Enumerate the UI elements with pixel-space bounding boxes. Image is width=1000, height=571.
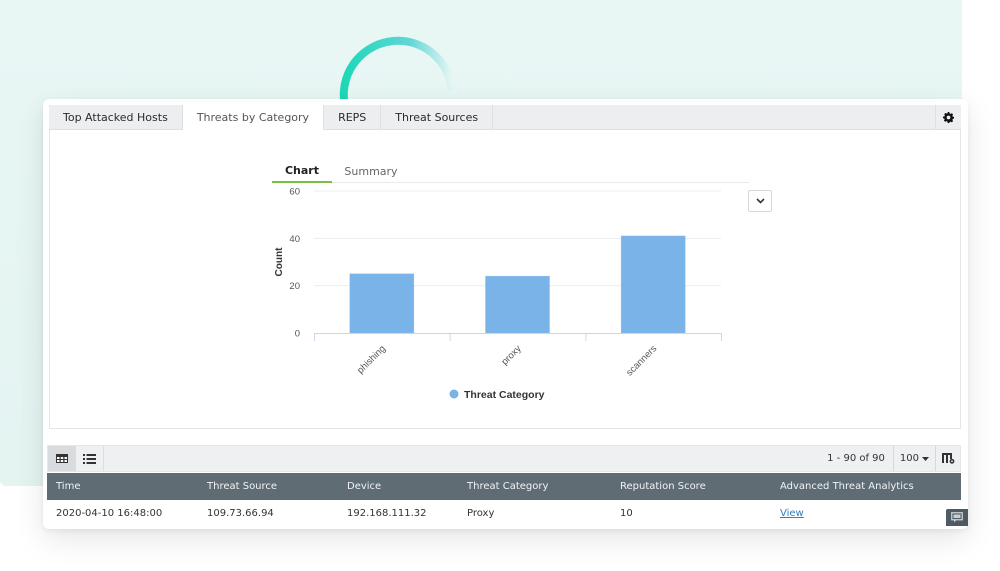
chart-options-dropdown[interactable] <box>748 190 772 212</box>
column-header-threat-source[interactable]: Threat Source <box>207 481 277 492</box>
cell-time: 2020-04-10 16:48:00 <box>56 508 163 519</box>
gear-icon <box>943 111 954 123</box>
dashboard-widget: Top Attacked Hosts Threats by Category R… <box>43 99 968 529</box>
tab-threats-by-category[interactable]: Threats by Category <box>182 105 325 130</box>
tabbar-spacer <box>493 105 935 129</box>
y-tick-label: 60 <box>289 187 300 198</box>
decorative-arc <box>339 36 456 101</box>
chat-button[interactable] <box>946 509 968 526</box>
grid-toolbar: 1 - 90 of 90 100 <box>47 445 961 472</box>
column-header-device[interactable]: Device <box>347 481 381 492</box>
cell-reputation-score: 10 <box>620 508 633 519</box>
list-view-button[interactable] <box>76 446 104 471</box>
legend-marker <box>449 389 459 399</box>
view-analytics-link[interactable]: View <box>780 508 804 519</box>
table-header: Time Threat Source Device Threat Categor… <box>47 473 961 500</box>
grid-view-button[interactable] <box>48 446 76 471</box>
column-header-time[interactable]: Time <box>56 481 80 492</box>
page-size-select[interactable]: 100 <box>894 446 936 471</box>
tab-top-attacked-hosts[interactable]: Top Attacked Hosts <box>49 105 183 129</box>
page-size-value: 100 <box>899 453 919 464</box>
table-row[interactable]: 2020-04-10 16:48:00 109.73.66.94 192.168… <box>47 500 961 527</box>
y-axis-label: Count <box>274 247 285 277</box>
x-axis-labels: phishing proxy scanners <box>355 343 659 378</box>
list-icon <box>83 453 96 464</box>
x-axis <box>314 333 722 341</box>
x-tick-label: scanners <box>624 343 659 378</box>
cell-threat-category: Proxy <box>467 508 495 519</box>
cell-threat-source: 109.73.66.94 <box>207 508 274 519</box>
column-header-advanced-threat-analytics[interactable]: Advanced Threat Analytics <box>780 481 914 492</box>
chart-bars <box>349 235 686 334</box>
tab-reps[interactable]: REPS <box>324 105 382 129</box>
column-header-threat-category[interactable]: Threat Category <box>467 481 548 492</box>
column-settings-icon <box>941 453 954 464</box>
table-grid-icon <box>56 454 68 463</box>
x-tick-label: proxy <box>499 343 523 367</box>
legend-label: Threat Category <box>464 389 545 401</box>
y-tick-label: 40 <box>289 234 300 245</box>
chart-legend[interactable]: Threat Category <box>449 389 545 401</box>
bar-phishing <box>349 273 415 334</box>
bar-chart: 0 20 40 60 phishing proxy scanners Count Thre… <box>274 187 722 401</box>
chart-panel: Chart Summary 0 20 40 60 phishing proxy scann… <box>49 130 961 429</box>
y-axis-ticks: 0 20 40 60 <box>289 187 300 340</box>
chevron-down-icon <box>755 198 765 204</box>
y-tick-label: 20 <box>289 281 300 292</box>
bar-scanners <box>620 235 686 334</box>
settings-button[interactable] <box>935 105 961 129</box>
x-tick-label: phishing <box>355 343 388 376</box>
column-settings-button[interactable] <box>936 446 960 471</box>
widget-tabbar: Top Attacked Hosts Threats by Category R… <box>49 105 961 130</box>
pagination-range: 1 - 90 of 90 <box>819 446 894 471</box>
column-header-reputation-score[interactable]: Reputation Score <box>620 481 706 492</box>
cell-device: 192.168.111.32 <box>347 508 427 519</box>
caret-down-icon <box>922 456 929 461</box>
tab-threat-sources[interactable]: Threat Sources <box>381 105 494 129</box>
bar-proxy <box>485 275 550 334</box>
chat-icon <box>951 512 963 523</box>
y-tick-label: 0 <box>295 329 300 340</box>
